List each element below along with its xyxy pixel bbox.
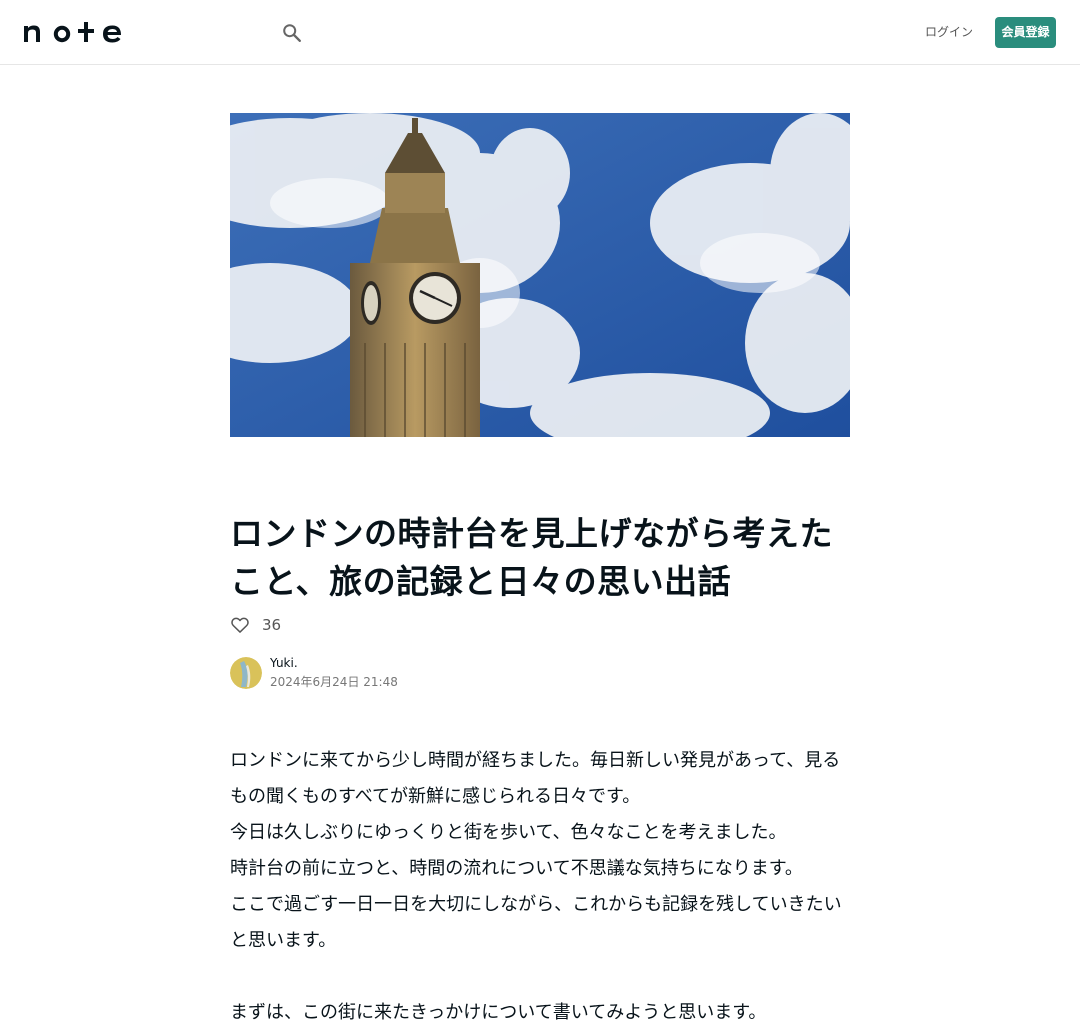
body-paragraph: まずは、この街に来たきっかけについて書いてみようと思います。: [230, 1002, 767, 1023]
search-icon: [283, 24, 301, 42]
body-paragraph: ロンドンに来てから少し時間が経ちました。毎日新しい発見があって、見るもの聞くもの…: [230, 750, 841, 807]
author-name[interactable]: Yuki.: [270, 655, 398, 671]
article-body: ロンドンに来てから少し時間が経ちました。毎日新しい発見があって、見るもの聞くもの…: [230, 743, 850, 1024]
search-button[interactable]: [279, 20, 305, 46]
article-title: ロンドンの時計台を見上げながら考えたこと、旅の記録と日々の思い出話: [230, 514, 833, 601]
hero-image: [230, 113, 850, 437]
like-count[interactable]: 36: [262, 616, 281, 634]
author-info: Yuki. 2024年6月24日 21:48: [230, 655, 398, 691]
big-ben-photo: [230, 113, 850, 437]
top-header: ログイン 会員登録: [0, 0, 1080, 65]
body-paragraph: 時計台の前に立つと、時間の流れについて不思議な気持ちになります。: [230, 858, 803, 879]
like-button[interactable]: [230, 615, 250, 635]
post-date: 2024年6月24日 21:48: [270, 675, 398, 689]
heart-outline-icon: [231, 617, 249, 633]
signup-button[interactable]: 会員登録: [995, 17, 1056, 48]
body-paragraph: ここで過ごす一日一日を大切にしながら、これからも記録を残していきたいと思います。: [230, 894, 842, 951]
avatar[interactable]: [230, 657, 262, 689]
body-paragraph: 今日は久しぶりにゆっくりと街を歩いて、色々なことを考えました。: [230, 822, 787, 843]
login-link[interactable]: ログイン: [920, 22, 978, 42]
like-row: 36: [230, 613, 281, 637]
note-logo[interactable]: [24, 20, 124, 44]
